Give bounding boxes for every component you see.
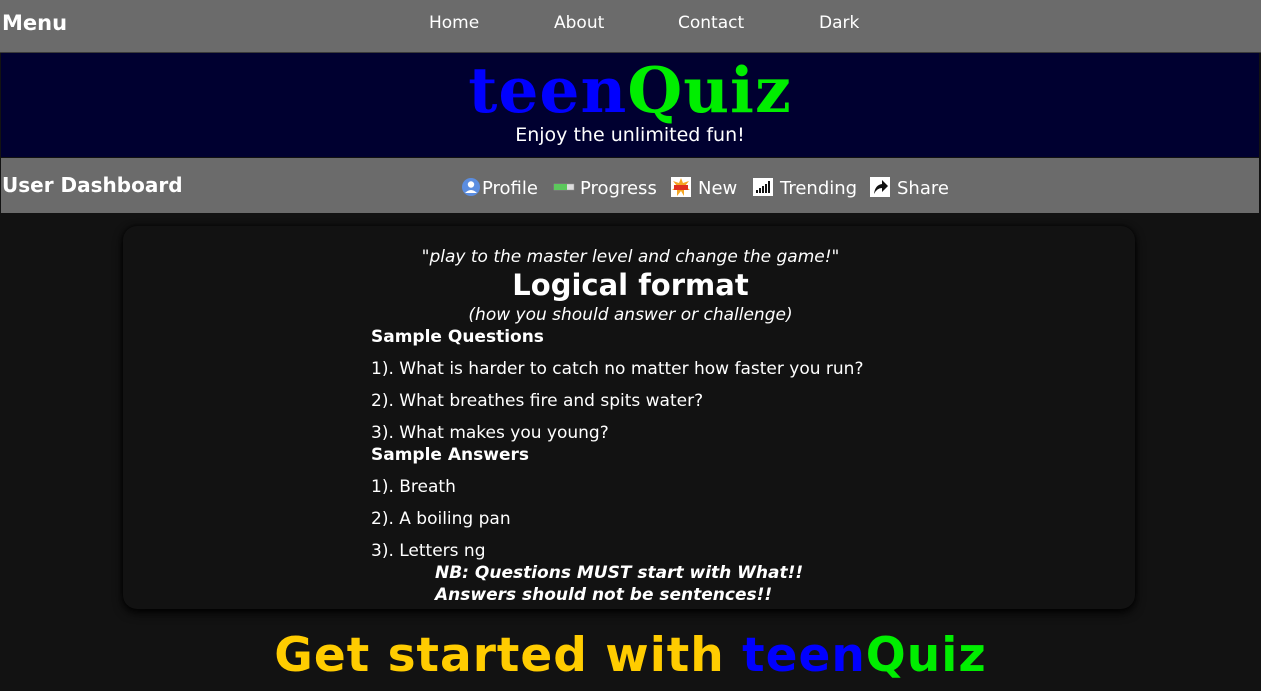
sample-answer-1: 1). Breath xyxy=(371,477,456,497)
dashboard-share[interactable]: Share xyxy=(869,176,954,200)
note-questions: NB: Questions MUST start with What!! xyxy=(435,563,804,583)
dashboard-new[interactable]: New xyxy=(670,176,740,200)
new-icon xyxy=(671,177,691,197)
sample-question-3: 3). What makes you young? xyxy=(371,423,609,443)
sample-question-1: 1). What is harder to catch no matter ho… xyxy=(371,359,864,379)
user-dashboard-bar: User Dashboard Profile Progress New Tren… xyxy=(1,158,1259,213)
site-tagline: Enjoy the unlimited fun! xyxy=(515,124,745,146)
cta-quiz: Quiz xyxy=(865,628,987,683)
dashboard-profile-label: Profile xyxy=(482,178,538,199)
site-logo: teenQuiz xyxy=(1,55,1259,125)
sample-answer-3: 3). Letters ng xyxy=(371,541,486,561)
dashboard-title: User Dashboard xyxy=(2,173,183,197)
nav-contact-link[interactable]: Contact xyxy=(678,13,744,33)
logo-quiz: Quiz xyxy=(627,53,792,127)
dashboard-progress[interactable]: Progress xyxy=(553,176,663,200)
share-icon xyxy=(870,177,890,197)
cta-teen: teen xyxy=(742,628,866,683)
card-quote: "play to the master level and change the… xyxy=(421,247,840,267)
sample-questions-heading: Sample Questions xyxy=(371,327,544,347)
menu-button[interactable]: Menu xyxy=(2,11,67,35)
dashboard-share-label: Share xyxy=(897,178,949,199)
card-title: Logical format xyxy=(512,268,749,302)
sample-question-2: 2). What breathes fire and spits water? xyxy=(371,391,704,411)
profile-icon xyxy=(462,178,480,196)
logo-teen: teen xyxy=(468,53,628,127)
dashboard-progress-label: Progress xyxy=(580,178,657,199)
sample-answers-heading: Sample Answers xyxy=(371,445,529,465)
sample-answer-2: 2). A boiling pan xyxy=(371,509,511,529)
nav-home-link[interactable]: Home xyxy=(429,13,479,33)
dashboard-profile[interactable]: Profile xyxy=(461,176,541,200)
trending-icon xyxy=(753,178,773,196)
card-subtitle: (how you should answer or challenge) xyxy=(468,305,793,325)
get-started-prefix: Get started with xyxy=(274,628,725,683)
nav-about-link[interactable]: About xyxy=(554,13,604,33)
dashboard-new-label: New xyxy=(698,178,738,199)
dark-mode-toggle[interactable]: Dark xyxy=(819,13,859,33)
get-started-heading: Get started with teenQuiz xyxy=(0,628,1261,683)
dashboard-trending[interactable]: Trending xyxy=(752,176,862,200)
site-banner: teenQuiz Enjoy the unlimited fun! xyxy=(1,53,1259,157)
dashboard-trending-label: Trending xyxy=(780,178,858,199)
progress-icon xyxy=(553,183,575,191)
note-answers: Answers should not be sentences!! xyxy=(435,585,773,605)
top-navbar: Menu Home About Contact Dark xyxy=(0,0,1261,53)
